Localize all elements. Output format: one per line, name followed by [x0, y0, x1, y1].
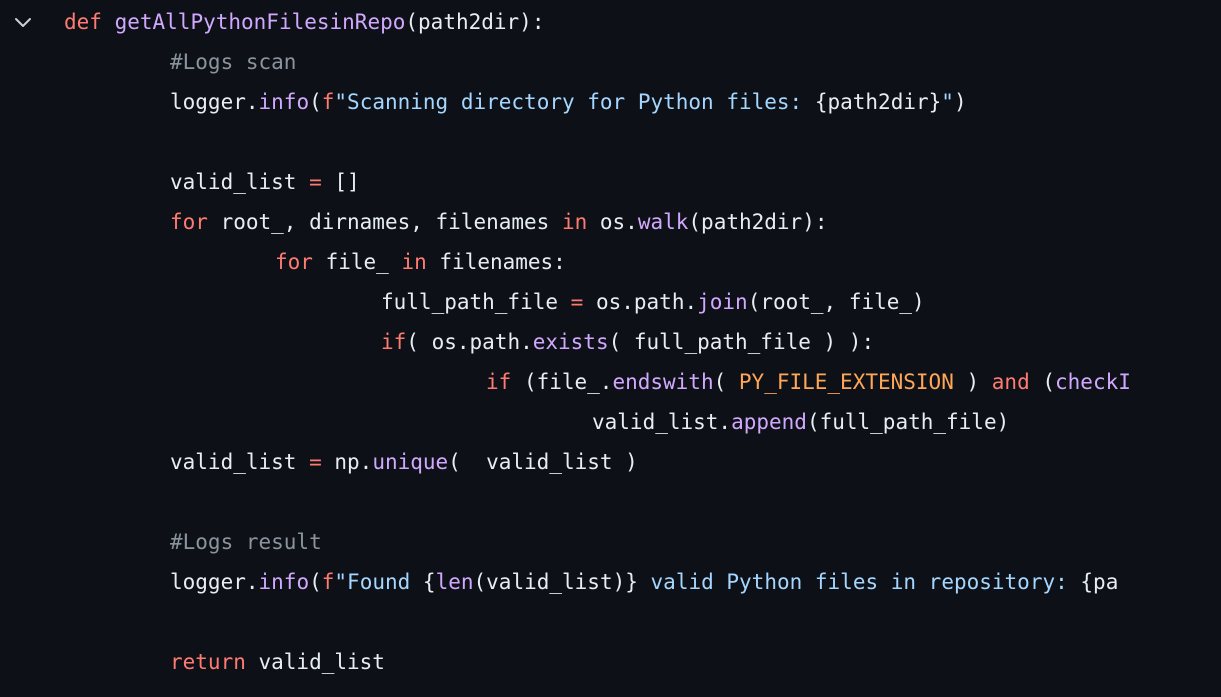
code-token: ( os.path. [406, 330, 533, 354]
code-token: {path2dir} [814, 90, 942, 114]
code-token: (path2dir): [688, 210, 828, 234]
code-token: logger. [170, 570, 259, 594]
code-token: (valid_list)} [473, 570, 638, 594]
keyword-token: f [321, 570, 335, 594]
code-token: valid_list [245, 650, 385, 674]
comment-token: #Logs scan [170, 50, 297, 74]
code-token: filenames: [426, 250, 566, 274]
code-token: ( full_path_file ) ): [608, 330, 875, 354]
function-token: getAllPythonFilesinRepo [114, 10, 406, 34]
keyword-token: if [486, 370, 512, 394]
function-token: unique [372, 450, 449, 474]
code-line: return valid_list [64, 642, 1156, 682]
code-token: ) [953, 370, 992, 394]
code-line: #Logs scan [64, 42, 1156, 82]
code-token: valid_list [170, 170, 310, 194]
keyword-token: in [401, 250, 427, 274]
code-token: full_path_file [381, 290, 571, 314]
code-line: valid_list.append(full_path_file) [64, 402, 1156, 442]
code-token: np. [321, 450, 373, 474]
function-token: info [258, 570, 310, 594]
code-token: file_ [312, 250, 402, 274]
code-line: logger.info(f"Found {len(valid_list)} va… [64, 562, 1156, 602]
function-token: len [435, 570, 474, 594]
keyword-token: = [309, 170, 322, 194]
code-token: {pa [1080, 570, 1119, 594]
function-token: walk [637, 210, 689, 234]
code-token: ) [953, 90, 967, 114]
keyword-token: f [321, 90, 335, 114]
code-token: (path2dir): [405, 10, 545, 34]
code-token: valid_list [170, 450, 310, 474]
keyword-token: for [170, 210, 208, 234]
code-token: { [422, 570, 436, 594]
constant-token: PY_FILE_EXTENSION [738, 370, 954, 394]
code-token: (file_. [511, 370, 613, 394]
function-token: info [258, 90, 310, 114]
code-line: #Logs result [64, 522, 1156, 562]
code-token: ( [309, 90, 322, 114]
code-token: os.path. [583, 290, 698, 314]
keyword-token: return [170, 650, 246, 674]
code-token: valid_list. [592, 410, 732, 434]
code-line: valid_list = np.unique( valid_list ) [64, 442, 1156, 482]
code-line: ​ [64, 482, 1156, 522]
keyword-token: if [381, 330, 407, 354]
comment-token: #Logs result [170, 530, 322, 554]
code-token: ( [713, 370, 739, 394]
chevron-down-icon[interactable] [10, 10, 36, 36]
code-line: ​ [64, 122, 1156, 162]
function-token: exists [532, 330, 609, 354]
function-token: checkI [1055, 370, 1131, 394]
code-line: for root_, dirnames, filenames in os.wal… [64, 202, 1156, 242]
keyword-token: = [309, 450, 322, 474]
keyword-token: = [570, 290, 584, 314]
keyword-token: for [275, 250, 313, 274]
code-line: def getAllPythonFilesinRepo(path2dir): [64, 2, 1156, 42]
code-viewer: def getAllPythonFilesinRepo(path2dir): #L… [0, 0, 1221, 697]
code-line: for file_ in filenames: [64, 242, 1156, 282]
keyword-token: and [991, 370, 1030, 394]
string-token: valid Python files in repository: [637, 570, 1081, 594]
string-token: "Found [334, 570, 423, 594]
string-token: " [941, 90, 954, 114]
function-token: endswith [612, 370, 714, 394]
function-token: join [697, 290, 748, 314]
code-line: full_path_file = os.path.join(root_, fil… [64, 282, 1156, 322]
code-token: (root_, file_) [747, 290, 925, 314]
code-token: (full_path_file) [806, 410, 1010, 434]
code-line: valid_list = [] [64, 162, 1156, 202]
code-token: root_, dirnames, filenames [207, 210, 562, 234]
code-token: ( valid_list ) [448, 450, 638, 474]
code-token: logger. [170, 90, 259, 114]
code-token: ( [309, 570, 322, 594]
code-line: if (file_.endswith( PY_FILE_EXTENSION ) … [64, 362, 1156, 402]
function-token: append [731, 410, 807, 434]
code-token: [] [321, 170, 360, 194]
string-token: "Scanning directory for Python files: [334, 90, 815, 114]
code-line: logger.info(f"Scanning directory for Pyt… [64, 82, 1156, 122]
keyword-token: in [561, 210, 588, 234]
code-line: ​ [64, 602, 1156, 642]
keyword-token: def [64, 10, 102, 34]
code-token: os. [587, 210, 638, 234]
code-line: if( os.path.exists( full_path_file ) ): [64, 322, 1156, 362]
code-block[interactable]: def getAllPythonFilesinRepo(path2dir): #L… [64, 2, 1156, 682]
code-token: ( [1029, 370, 1056, 394]
